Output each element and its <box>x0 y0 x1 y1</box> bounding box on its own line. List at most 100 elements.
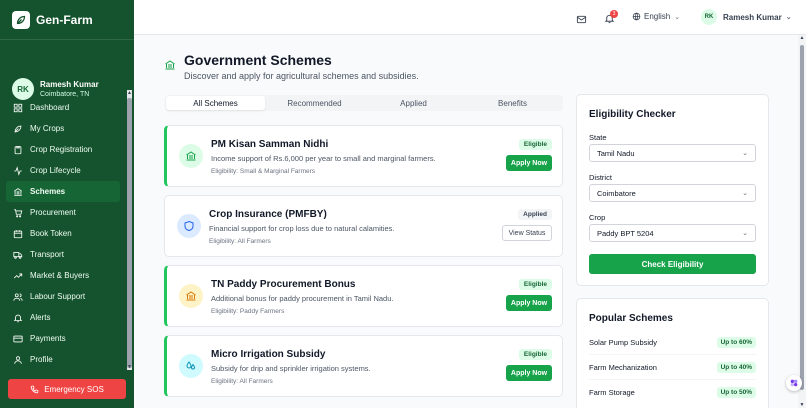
globe-icon <box>632 12 641 21</box>
popular-scheme-name: Farm Mechanization <box>589 362 657 372</box>
state-label: State <box>589 133 607 142</box>
state-select[interactable]: Tamil Nadu ⌄ <box>589 144 756 162</box>
bank-icon <box>14 187 22 196</box>
sidebar-item-label: Crop Lifecycle <box>30 166 81 175</box>
scroll-down-arrow-icon[interactable]: ▼ <box>798 402 806 408</box>
scheme-description: Additional bonus for paddy procurement i… <box>211 294 394 303</box>
emergency-sos-button[interactable]: Emergency SOS <box>8 379 126 399</box>
scroll-up-arrow-icon[interactable]: ▲ <box>798 35 806 41</box>
view-status-button[interactable]: View Status <box>502 225 552 241</box>
sidebar-item-dashboard[interactable]: Dashboard <box>6 97 120 118</box>
main-content: Government Schemes Discover and apply fo… <box>134 35 798 408</box>
assistant-fab-icon[interactable] <box>786 375 802 391</box>
scheme-title: Crop Insurance (PMFBY) <box>209 209 327 220</box>
sidebar-item-label: Procurement <box>30 208 76 217</box>
language-selector[interactable]: English ⌄ <box>632 12 680 21</box>
sidebar-item-alerts[interactable]: Alerts <box>6 307 120 328</box>
truck-icon <box>13 251 23 259</box>
sidebar-item-transport[interactable]: Transport <box>6 244 120 265</box>
scroll-down-arrow-icon[interactable]: ▼ <box>127 364 132 370</box>
sidebar-item-label: Transport <box>30 250 64 259</box>
sidebar-item-crop-registration[interactable]: Crop Registration <box>6 139 120 160</box>
sidebar-item-book-token[interactable]: Book Token <box>6 223 120 244</box>
scheme-card-pm-kisan[interactable]: PM Kisan Samman Nidhi Income support of … <box>164 125 563 187</box>
sidebar-scrollbar[interactable]: ▲ ▼ <box>127 90 132 370</box>
scheme-card-micro-irrigation[interactable]: Micro Irrigation Subsidy Subsidy for dri… <box>164 335 563 397</box>
check-eligibility-button[interactable]: Check Eligibility <box>589 254 756 274</box>
state-value: Tamil Nadu <box>597 148 635 158</box>
leaf-logo-icon <box>12 10 30 29</box>
mail-icon[interactable] <box>576 12 587 30</box>
user-menu[interactable]: RK Ramesh Kumar ⌄ <box>701 9 792 25</box>
tab-all-schemes[interactable]: All Schemes <box>166 96 265 110</box>
chevron-down-icon: ⌄ <box>742 190 748 197</box>
apply-now-button[interactable]: Apply Now <box>506 295 552 311</box>
chevron-down-icon: ⌄ <box>674 13 681 21</box>
scheme-eligibility: Eligibility: Small & Marginal Farmers <box>211 168 316 175</box>
sidebar-nav: Dashboard My Crops Crop Registration Cro… <box>6 97 120 370</box>
tab-recommended[interactable]: Recommended <box>265 96 364 110</box>
apply-now-button[interactable]: Apply Now <box>506 155 552 171</box>
district-value: Coimbatore <box>597 188 636 198</box>
panel-title: Popular Schemes <box>589 313 673 324</box>
scroll-up-arrow-icon[interactable]: ▲ <box>127 90 132 96</box>
sidebar-item-procurement[interactable]: Procurement <box>6 202 120 223</box>
scheme-card-tn-paddy-bonus[interactable]: TN Paddy Procurement Bonus Additional bo… <box>164 265 563 327</box>
sidebar-item-profile[interactable]: Profile <box>6 349 120 370</box>
district-select[interactable]: Coimbatore ⌄ <box>589 184 756 202</box>
status-badge: Applied <box>518 209 552 220</box>
sidebar-item-label: My Crops <box>30 124 65 133</box>
sidebar-item-payments[interactable]: Payments <box>6 328 120 349</box>
scheme-description: Income support of Rs.6,000 per year to s… <box>211 154 436 163</box>
scheme-description: Subsidy for drip and sprinkler irrigatio… <box>211 364 371 373</box>
main-scrollbar[interactable]: ▲ ▼ <box>798 35 806 408</box>
scrollbar-thumb[interactable] <box>127 98 132 368</box>
sidebar-item-market-buyers[interactable]: Market & Buyers <box>6 265 120 286</box>
status-badge: Eligible <box>518 279 552 290</box>
bank-icon <box>164 58 176 81</box>
sidebar-item-label: Payments <box>30 334 66 343</box>
user-name: Ramesh Kumar <box>40 80 99 89</box>
bell-icon <box>13 314 23 322</box>
sidebar-item-schemes[interactable]: Schemes <box>6 181 120 202</box>
activity-icon <box>14 165 22 176</box>
top-bar: 3 English ⌄ RK Ramesh Kumar ⌄ <box>134 0 806 35</box>
popular-scheme-name: Farm Storage <box>589 387 635 397</box>
eligibility-checker-panel: Eligibility Checker State Tamil Nadu ⌄ D… <box>576 94 769 286</box>
subsidy-badge: Up to 50% <box>716 386 756 398</box>
chevron-down-icon: ⌄ <box>742 150 748 157</box>
subsidy-badge: Up to 60% <box>716 336 756 348</box>
sidebar-item-crop-lifecycle[interactable]: Crop Lifecycle <box>6 160 120 181</box>
notification-badge: 3 <box>610 10 618 18</box>
tab-applied[interactable]: Applied <box>364 96 463 110</box>
cart-icon <box>14 208 23 217</box>
sidebar-item-label: Book Token <box>30 229 72 238</box>
user-icon <box>14 355 22 364</box>
popular-scheme-item[interactable]: Farm Storage Up to 50% <box>589 385 756 399</box>
sidebar-item-my-crops[interactable]: My Crops <box>6 118 120 139</box>
divider <box>589 354 756 355</box>
crop-label: Crop <box>589 213 606 222</box>
popular-scheme-item[interactable]: Solar Pump Subsidy Up to 60% <box>589 335 756 349</box>
popular-scheme-name: Solar Pump Subsidy <box>589 337 657 347</box>
page-subtitle: Discover and apply for agricultural sche… <box>184 71 419 81</box>
scheme-title: Micro Irrigation Subsidy <box>211 349 326 360</box>
tab-benefits[interactable]: Benefits <box>463 96 562 110</box>
popular-scheme-item[interactable]: Farm Mechanization Up to 40% <box>589 360 756 374</box>
sidebar-item-labour-support[interactable]: Labour Support <box>6 286 120 307</box>
users-icon <box>13 292 23 301</box>
scheme-eligibility: Eligibility: All Farmers <box>209 238 271 245</box>
apply-now-button[interactable]: Apply Now <box>506 365 552 381</box>
sidebar: Gen-Farm RK Ramesh Kumar Coimbatore, TN … <box>0 0 134 408</box>
sidebar-item-label: Crop Registration <box>30 145 93 154</box>
divider <box>589 379 756 380</box>
scrollbar-thumb[interactable] <box>800 45 804 390</box>
chevron-down-icon: ⌄ <box>742 230 748 237</box>
brand[interactable]: Gen-Farm <box>0 0 134 40</box>
scheme-description: Financial support for crop loss due to n… <box>209 224 395 233</box>
crop-value: Paddy BPT 5204 <box>597 228 654 238</box>
crop-select[interactable]: Paddy BPT 5204 ⌄ <box>589 224 756 242</box>
scheme-card-crop-insurance[interactable]: Crop Insurance (PMFBY) Financial support… <box>164 195 563 257</box>
bank-icon <box>179 144 203 168</box>
droplets-icon <box>179 354 203 378</box>
